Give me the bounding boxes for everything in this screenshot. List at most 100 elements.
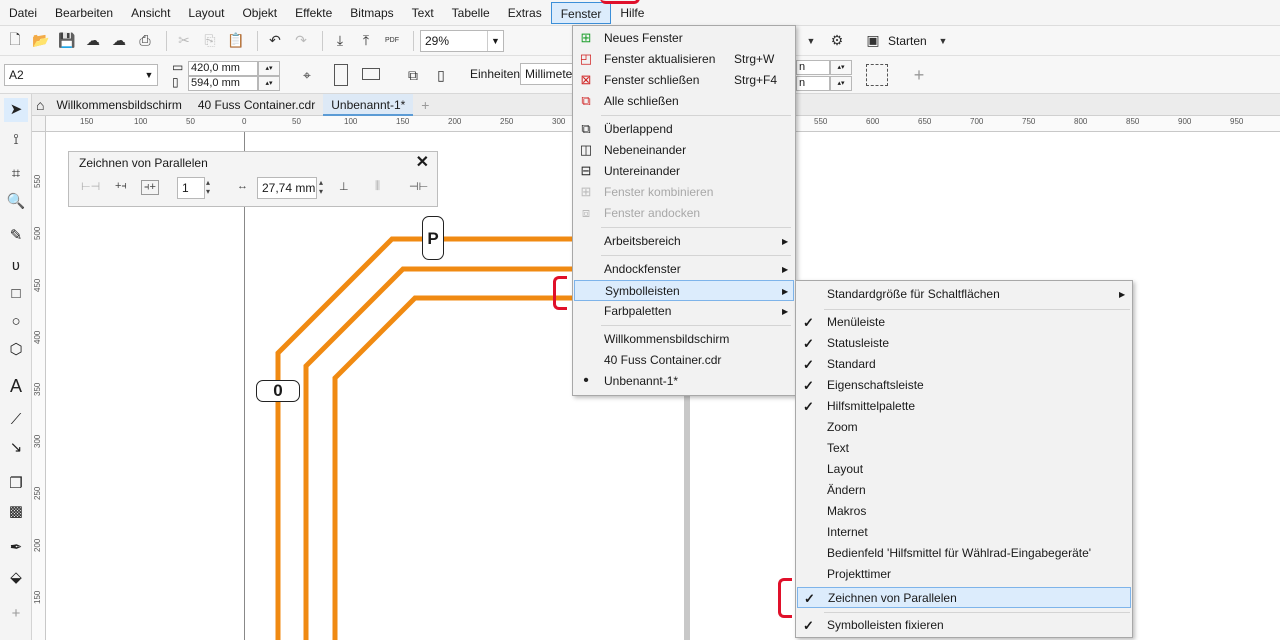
copy-icon[interactable]: ⎘: [199, 30, 221, 52]
dup-distance-field[interactable]: n: [796, 76, 830, 91]
menu-item-fenster-kombinieren[interactable]: ⊞ Fenster kombinieren: [574, 182, 794, 203]
launch-icon[interactable]: ▣: [862, 30, 884, 52]
home-icon[interactable]: ⌂: [32, 94, 48, 116]
page-size-select[interactable]: A2 ▼: [4, 64, 158, 86]
submenu-item-eigenschaftsleiste[interactable]: ✓ Eigenschaftsleiste: [797, 375, 1131, 396]
height-stepper[interactable]: ▴▾: [258, 76, 280, 91]
shape-tool-icon[interactable]: ⟟: [4, 128, 28, 152]
page-height-field[interactable]: 594,0 mm: [188, 76, 258, 91]
menu-item-alle-schliessen[interactable]: ⧉ Alle schließen: [574, 91, 794, 112]
new-document-icon[interactable]: 🗋: [4, 30, 26, 52]
count-stepper[interactable]: ▴ ▾: [206, 178, 210, 196]
save-icon[interactable]: 💾: [56, 30, 78, 52]
menu-item-fenster-andocken[interactable]: ⧈ Fenster andocken: [574, 203, 794, 224]
redo-icon[interactable]: ↷: [290, 30, 312, 52]
menu-item-doc-untitled[interactable]: • Unbenannt-1*: [574, 371, 794, 392]
submenu-item-internet[interactable]: Internet: [797, 522, 1131, 543]
polygon-tool-icon[interactable]: ⬡: [4, 338, 28, 362]
menu-item-arbeitsbereich[interactable]: Arbeitsbereich ▶: [574, 231, 794, 252]
all-pages-icon[interactable]: ⧉: [402, 64, 424, 86]
landscape-icon[interactable]: [362, 68, 380, 80]
parallel-left-icon[interactable]: +⫞: [115, 180, 127, 193]
menu-objekt[interactable]: Objekt: [233, 2, 286, 24]
ellipse-tool-icon[interactable]: ○: [4, 310, 28, 334]
units-select[interactable]: Millimeter: [520, 63, 580, 85]
zoom-level-select[interactable]: 29% ▼: [420, 29, 504, 52]
submenu-item-statusleiste[interactable]: ✓ Statusleiste: [797, 333, 1131, 354]
import-icon[interactable]: ⤓: [329, 30, 351, 52]
add-tool-icon[interactable]: +: [4, 602, 28, 626]
submenu-item-layout[interactable]: Layout: [797, 459, 1131, 480]
vertical-ruler[interactable]: 550 500 450 400 350 300 250 200 150: [32, 132, 46, 640]
menu-effekte[interactable]: Effekte: [286, 2, 341, 24]
submenu-item-hilfsmittelpalette[interactable]: ✓ Hilfsmittelpalette: [797, 396, 1131, 417]
cut-icon[interactable]: ✂: [173, 30, 195, 52]
distance-stepper[interactable]: ▴ ▾: [319, 178, 323, 196]
menu-item-ueberlappend[interactable]: ⧉ Überlappend: [574, 119, 794, 140]
width-stepper[interactable]: ▴▾: [258, 61, 280, 76]
submenu-item-text[interactable]: Text: [797, 438, 1131, 459]
chevron-down-icon[interactable]: ▼: [932, 30, 954, 52]
print-icon[interactable]: ⎙: [134, 30, 156, 52]
fill-tool-icon[interactable]: ⬙: [4, 566, 28, 590]
tab-welcome[interactable]: Willkommensbildschirm: [48, 94, 189, 116]
measure-icon[interactable]: ⊥: [339, 180, 349, 193]
snap-lines-icon[interactable]: ⫼: [375, 180, 380, 193]
tab-container[interactable]: 40 Fuss Container.cdr: [190, 94, 323, 116]
plus-icon[interactable]: +: [908, 64, 930, 86]
menu-item-neues-fenster[interactable]: ⊞ Neues Fenster: [574, 28, 794, 49]
menu-tabelle[interactable]: Tabelle: [443, 2, 499, 24]
menu-item-doc-container[interactable]: 40 Fuss Container.cdr: [574, 350, 794, 371]
menu-datei[interactable]: Datei: [0, 2, 46, 24]
portrait-icon[interactable]: [334, 64, 348, 86]
submenu-item-projekttimer[interactable]: Projekttimer: [797, 564, 1131, 585]
submenu-item-standard[interactable]: ✓ Standard: [797, 354, 1131, 375]
menu-bitmaps[interactable]: Bitmaps: [341, 2, 402, 24]
submenu-item-symbolleisten-fixieren[interactable]: ✓ Symbolleisten fixieren: [797, 615, 1131, 636]
frame-icon[interactable]: [866, 64, 888, 86]
menu-item-doc-welcome[interactable]: Willkommensbildschirm: [574, 329, 794, 350]
pick-tool-icon[interactable]: ➤: [4, 98, 28, 122]
menu-extras[interactable]: Extras: [499, 2, 551, 24]
new-tab-icon[interactable]: +: [413, 94, 437, 116]
cloud-download-icon[interactable]: ☁: [82, 30, 104, 52]
settings-icon[interactable]: ⊣⊢: [409, 180, 428, 193]
parallel-mode-icon[interactable]: ⊢⊣: [81, 180, 100, 193]
transparency-icon[interactable]: ▩: [4, 500, 28, 524]
menu-bearbeiten[interactable]: Bearbeiten: [46, 2, 122, 24]
menu-item-andockfenster[interactable]: Andockfenster ▶: [574, 259, 794, 280]
menu-ansicht[interactable]: Ansicht: [122, 2, 179, 24]
export-icon[interactable]: ⤒: [355, 30, 377, 52]
paste-icon[interactable]: 📋: [225, 30, 247, 52]
open-icon[interactable]: 📂: [30, 30, 52, 52]
menu-item-fenster-aktualisieren[interactable]: ◰ Fenster aktualisieren Strg+W: [574, 49, 794, 70]
submenu-item-aendern[interactable]: Ändern: [797, 480, 1131, 501]
zoom-tool-icon[interactable]: 🔍: [4, 190, 28, 214]
chevron-down-icon[interactable]: ▼: [800, 30, 822, 52]
text-tool-icon[interactable]: A: [4, 374, 28, 398]
menu-item-symbolleisten[interactable]: Symbolleisten ▶: [574, 280, 794, 301]
current-page-icon[interactable]: ▯: [430, 64, 452, 86]
connector-tool-icon[interactable]: ↘: [4, 436, 28, 460]
menu-item-untereinander[interactable]: ⊟ Untereinander: [574, 161, 794, 182]
submenu-item-zeichnen-von-parallelen[interactable]: ✓ Zeichnen von Parallelen: [797, 587, 1131, 608]
rectangle-tool-icon[interactable]: □: [4, 282, 28, 306]
drop-shadow-icon[interactable]: ❐: [4, 472, 28, 496]
nudge-stepper[interactable]: ▴▾: [830, 60, 852, 75]
parallel-both-icon[interactable]: ⫞+: [141, 180, 159, 195]
gear-icon[interactable]: ⚙: [826, 30, 848, 52]
ruler-corner[interactable]: [32, 116, 46, 132]
page-orient-icon[interactable]: ⌖: [296, 64, 318, 86]
menu-text[interactable]: Text: [403, 2, 443, 24]
submenu-item-makros[interactable]: Makros: [797, 501, 1131, 522]
line-count-field[interactable]: 1: [177, 177, 205, 199]
distance-field[interactable]: 27,74 mm: [257, 177, 317, 199]
menu-hilfe[interactable]: Hilfe: [611, 2, 653, 24]
eyedropper-icon[interactable]: ✒: [4, 536, 28, 560]
submenu-item-button-size[interactable]: Standardgröße für Schaltflächen ▶: [797, 284, 1131, 305]
menu-fenster[interactable]: Fenster: [550, 1, 612, 24]
crop-tool-icon[interactable]: ⌗: [4, 162, 28, 186]
close-icon[interactable]: ✕: [416, 152, 429, 172]
tab-untitled[interactable]: Unbenannt-1*: [323, 93, 414, 116]
submenu-item-waehlrad[interactable]: Bedienfeld 'Hilfsmittel für Wählrad-Eing…: [797, 543, 1131, 564]
